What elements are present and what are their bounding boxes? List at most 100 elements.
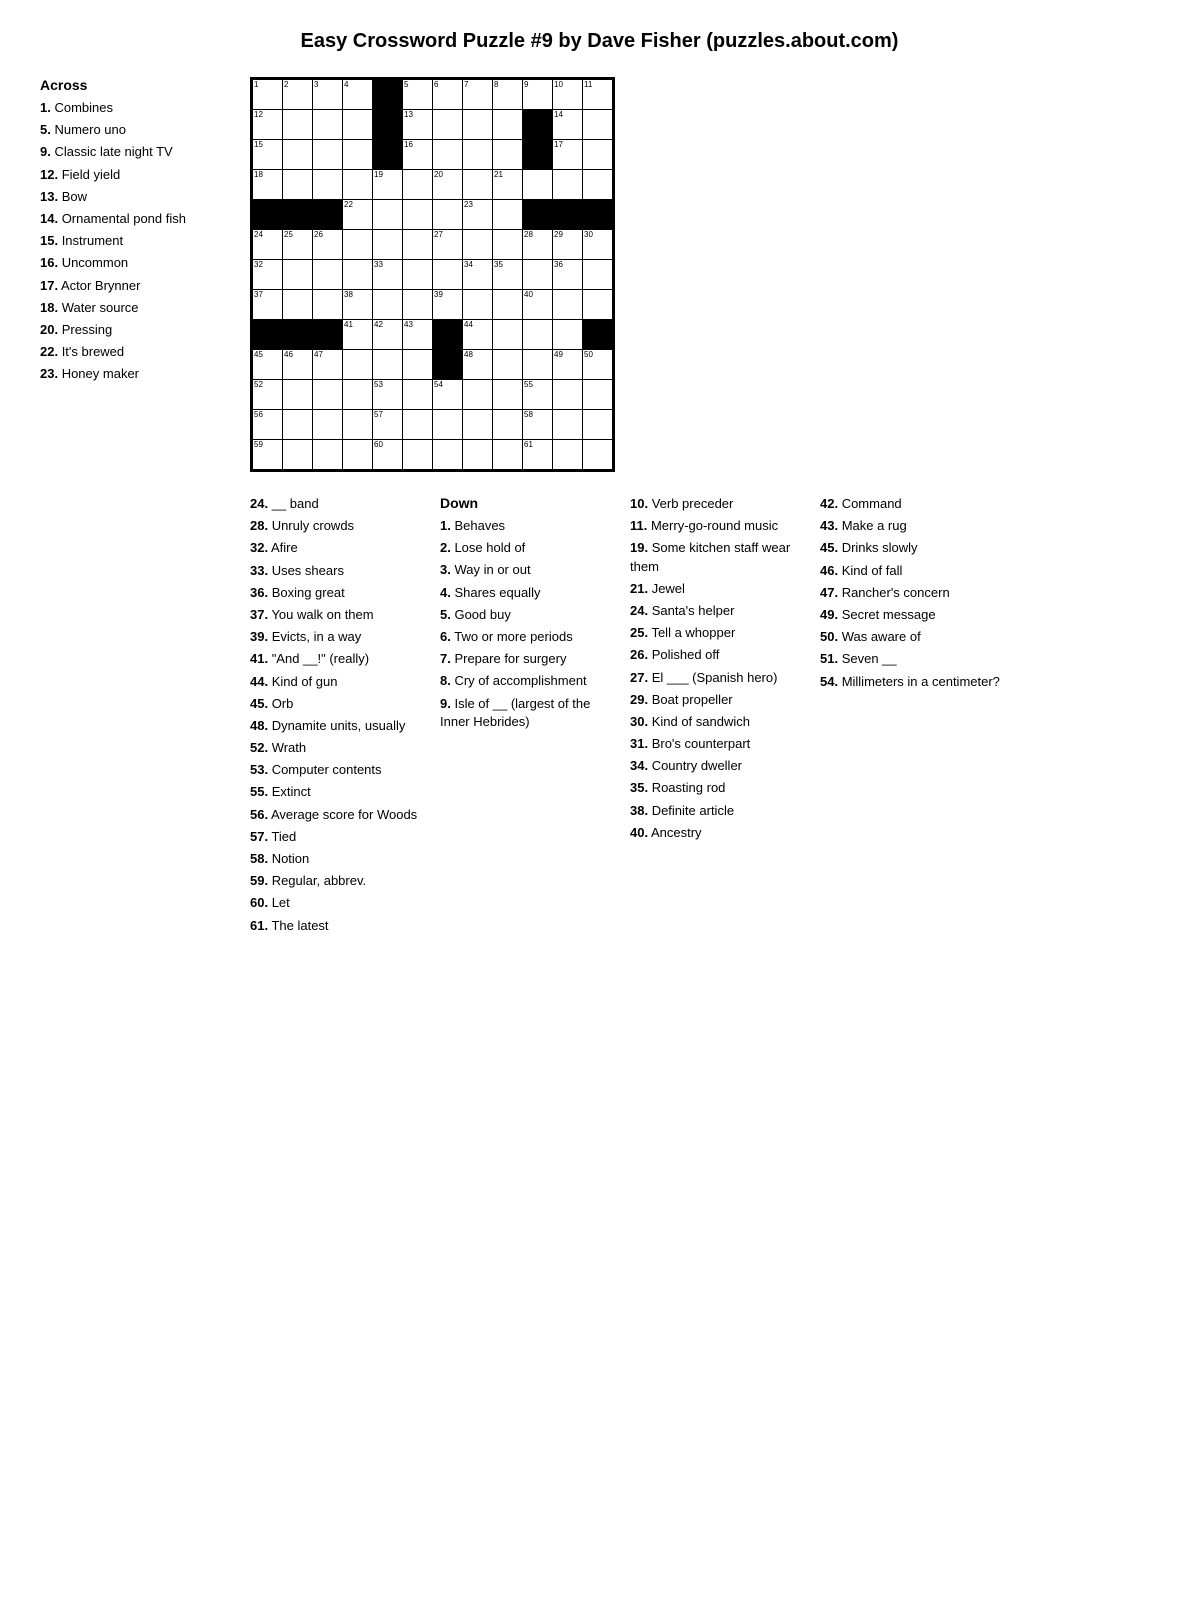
grid-cell-r10-c0[interactable]: 52: [253, 380, 283, 410]
grid-cell-r1-c0[interactable]: 12: [253, 110, 283, 140]
grid-cell-r5-c11[interactable]: 30: [583, 230, 613, 260]
grid-cell-r8-c7[interactable]: 44: [463, 320, 493, 350]
grid-cell-r11-c0[interactable]: 56: [253, 410, 283, 440]
grid-cell-r9-c5[interactable]: [403, 350, 433, 380]
grid-cell-r7-c6[interactable]: 39: [433, 290, 463, 320]
grid-cell-r5-c7[interactable]: [463, 230, 493, 260]
grid-cell-r8-c6[interactable]: [433, 320, 463, 350]
grid-cell-r3-c10[interactable]: [553, 170, 583, 200]
grid-cell-r2-c2[interactable]: [313, 140, 343, 170]
grid-cell-r12-c5[interactable]: [403, 440, 433, 470]
grid-cell-r4-c6[interactable]: [433, 200, 463, 230]
grid-cell-r11-c3[interactable]: [343, 410, 373, 440]
grid-cell-r5-c0[interactable]: 24: [253, 230, 283, 260]
grid-cell-r12-c7[interactable]: [463, 440, 493, 470]
grid-cell-r1-c8[interactable]: [493, 110, 523, 140]
grid-cell-r2-c1[interactable]: [283, 140, 313, 170]
grid-cell-r8-c3[interactable]: 41: [343, 320, 373, 350]
grid-cell-r10-c5[interactable]: [403, 380, 433, 410]
grid-cell-r5-c6[interactable]: 27: [433, 230, 463, 260]
grid-cell-r3-c7[interactable]: [463, 170, 493, 200]
grid-cell-r9-c8[interactable]: [493, 350, 523, 380]
grid-cell-r10-c4[interactable]: 53: [373, 380, 403, 410]
grid-cell-r1-c7[interactable]: [463, 110, 493, 140]
grid-cell-r4-c8[interactable]: [493, 200, 523, 230]
grid-cell-r2-c10[interactable]: 17: [553, 140, 583, 170]
grid-cell-r3-c3[interactable]: [343, 170, 373, 200]
grid-cell-r2-c0[interactable]: 15: [253, 140, 283, 170]
grid-cell-r1-c9[interactable]: [523, 110, 553, 140]
grid-cell-r9-c3[interactable]: [343, 350, 373, 380]
grid-cell-r8-c5[interactable]: 43: [403, 320, 433, 350]
grid-cell-r4-c0[interactable]: [253, 200, 283, 230]
grid-cell-r4-c4[interactable]: [373, 200, 403, 230]
grid-cell-r10-c8[interactable]: [493, 380, 523, 410]
grid-cell-r9-c4[interactable]: [373, 350, 403, 380]
grid-cell-r0-c5[interactable]: 5: [403, 80, 433, 110]
grid-cell-r3-c8[interactable]: 21: [493, 170, 523, 200]
grid-cell-r2-c4[interactable]: [373, 140, 403, 170]
grid-cell-r0-c8[interactable]: 8: [493, 80, 523, 110]
grid-cell-r4-c3[interactable]: 22: [343, 200, 373, 230]
grid-cell-r12-c11[interactable]: [583, 440, 613, 470]
grid-cell-r8-c4[interactable]: 42: [373, 320, 403, 350]
grid-cell-r12-c10[interactable]: [553, 440, 583, 470]
grid-cell-r12-c3[interactable]: [343, 440, 373, 470]
grid-cell-r0-c3[interactable]: 4: [343, 80, 373, 110]
grid-cell-r6-c8[interactable]: 35: [493, 260, 523, 290]
grid-cell-r6-c5[interactable]: [403, 260, 433, 290]
grid-cell-r9-c1[interactable]: 46: [283, 350, 313, 380]
grid-cell-r6-c9[interactable]: [523, 260, 553, 290]
grid-cell-r11-c4[interactable]: 57: [373, 410, 403, 440]
grid-cell-r7-c11[interactable]: [583, 290, 613, 320]
grid-cell-r7-c3[interactable]: 38: [343, 290, 373, 320]
grid-cell-r6-c3[interactable]: [343, 260, 373, 290]
grid-cell-r0-c1[interactable]: 2: [283, 80, 313, 110]
grid-cell-r6-c6[interactable]: [433, 260, 463, 290]
grid-cell-r11-c1[interactable]: [283, 410, 313, 440]
grid-cell-r12-c2[interactable]: [313, 440, 343, 470]
grid-cell-r2-c5[interactable]: 16: [403, 140, 433, 170]
grid-cell-r5-c8[interactable]: [493, 230, 523, 260]
grid-cell-r0-c4[interactable]: [373, 80, 403, 110]
grid-cell-r7-c8[interactable]: [493, 290, 523, 320]
grid-cell-r4-c5[interactable]: [403, 200, 433, 230]
grid-cell-r7-c10[interactable]: [553, 290, 583, 320]
grid-cell-r3-c0[interactable]: 18: [253, 170, 283, 200]
grid-cell-r12-c1[interactable]: [283, 440, 313, 470]
grid-cell-r3-c4[interactable]: 19: [373, 170, 403, 200]
grid-cell-r10-c6[interactable]: 54: [433, 380, 463, 410]
grid-cell-r1-c1[interactable]: [283, 110, 313, 140]
grid-cell-r6-c1[interactable]: [283, 260, 313, 290]
grid-cell-r3-c2[interactable]: [313, 170, 343, 200]
grid-cell-r4-c11[interactable]: [583, 200, 613, 230]
grid-cell-r12-c9[interactable]: 61: [523, 440, 553, 470]
grid-cell-r4-c10[interactable]: [553, 200, 583, 230]
grid-cell-r7-c1[interactable]: [283, 290, 313, 320]
grid-cell-r5-c1[interactable]: 25: [283, 230, 313, 260]
grid-cell-r12-c4[interactable]: 60: [373, 440, 403, 470]
grid-cell-r2-c8[interactable]: [493, 140, 523, 170]
grid-cell-r9-c0[interactable]: 45: [253, 350, 283, 380]
grid-cell-r0-c2[interactable]: 3: [313, 80, 343, 110]
grid-cell-r4-c7[interactable]: 23: [463, 200, 493, 230]
grid-cell-r8-c1[interactable]: [283, 320, 313, 350]
grid-cell-r7-c9[interactable]: 40: [523, 290, 553, 320]
grid-cell-r2-c9[interactable]: [523, 140, 553, 170]
grid-cell-r9-c11[interactable]: 50: [583, 350, 613, 380]
grid-cell-r7-c5[interactable]: [403, 290, 433, 320]
grid-cell-r11-c11[interactable]: [583, 410, 613, 440]
grid-cell-r3-c1[interactable]: [283, 170, 313, 200]
grid-cell-r11-c2[interactable]: [313, 410, 343, 440]
grid-cell-r6-c10[interactable]: 36: [553, 260, 583, 290]
grid-cell-r10-c11[interactable]: [583, 380, 613, 410]
grid-cell-r0-c11[interactable]: 11: [583, 80, 613, 110]
grid-cell-r6-c0[interactable]: 32: [253, 260, 283, 290]
grid-cell-r9-c6[interactable]: [433, 350, 463, 380]
grid-cell-r11-c8[interactable]: [493, 410, 523, 440]
grid-cell-r1-c10[interactable]: 14: [553, 110, 583, 140]
grid-cell-r5-c3[interactable]: [343, 230, 373, 260]
grid-cell-r3-c11[interactable]: [583, 170, 613, 200]
grid-cell-r5-c9[interactable]: 28: [523, 230, 553, 260]
grid-cell-r11-c5[interactable]: [403, 410, 433, 440]
